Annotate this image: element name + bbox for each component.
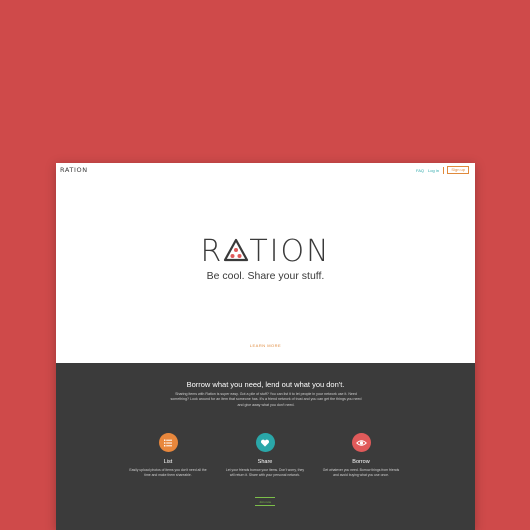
eye-icon: [351, 433, 371, 452]
info-section: Borrow what you need, lend out what you …: [56, 363, 475, 530]
feature-borrow-title: Borrow: [352, 459, 370, 465]
hero-logo-prefix: R: [200, 234, 224, 269]
info-paragraph: Sharing items with Ration is super easy.…: [168, 392, 364, 408]
nav-signup-button[interactable]: Sign up: [447, 166, 469, 174]
pizza-slice-icon: [223, 238, 249, 262]
info-headline: Borrow what you need, lend out what you …: [186, 380, 345, 389]
browser-window: RATION FAQ Log in Sign up R TION Be cool…: [56, 163, 475, 530]
top-nav-bar: RATION FAQ Log in Sign up: [56, 163, 475, 177]
hero-logo: R TION: [56, 236, 475, 268]
feature-borrow-desc: Get whatever you need. Borrow things fro…: [322, 468, 400, 477]
list-icon: [158, 433, 178, 452]
feature-list: List Easily upload photos of items you d…: [123, 433, 213, 478]
nav-divider: [442, 166, 444, 174]
feature-list-desc: Easily upload photos of items you don't …: [129, 468, 207, 477]
feature-share-title: Share: [257, 459, 273, 465]
header-logo[interactable]: RATION: [60, 166, 88, 174]
feature-share: Share Let your friends borrow your items…: [220, 433, 310, 478]
nav-faq-link[interactable]: FAQ: [416, 168, 424, 173]
info-line-1: Sharing items with Ration is super easy.…: [175, 392, 324, 396]
nav-login-link[interactable]: Log in: [428, 168, 439, 173]
nav-links: FAQ Log in Sign up: [416, 166, 469, 174]
hero-section: R TION Be cool. Share your stuff. LEARN …: [56, 177, 475, 363]
feature-share-desc: Let your friends borrow your items. Don'…: [225, 468, 305, 477]
feature-borrow: Borrow Get whatever you need. Borrow thi…: [316, 433, 406, 478]
hero-tagline: Be cool. Share your stuff.: [206, 270, 325, 282]
feature-list-title: List: [163, 459, 173, 465]
learn-more-link[interactable]: LEARN MORE: [56, 343, 475, 348]
hero-logo-suffix: TION: [249, 234, 331, 269]
heart-icon: [255, 433, 275, 452]
join-button[interactable]: Join now: [255, 497, 275, 506]
